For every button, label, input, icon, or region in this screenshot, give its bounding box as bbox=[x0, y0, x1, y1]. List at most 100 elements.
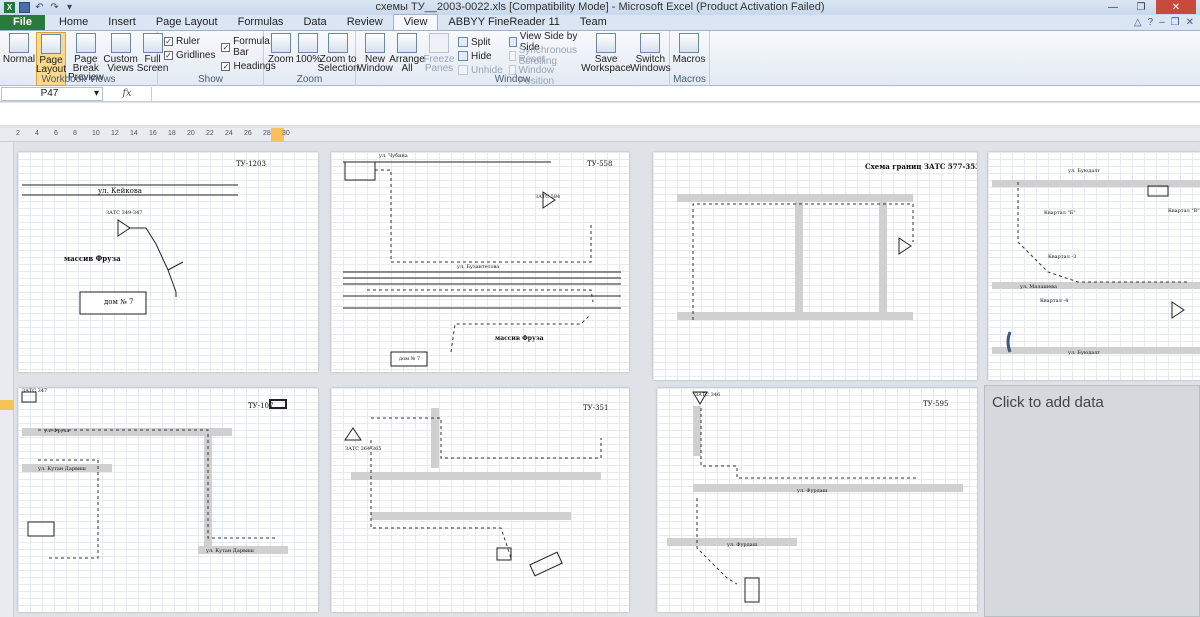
page-3[interactable]: Схема границ ЗАТС 577-353 bbox=[653, 152, 977, 380]
page-title: ТУ-1203 bbox=[236, 160, 266, 168]
street-label: ул. Буюдалг bbox=[1068, 168, 1101, 174]
minimize-ribbon-icon[interactable]: △ bbox=[1134, 17, 1142, 28]
restore-button[interactable]: ❐ bbox=[1128, 0, 1154, 14]
street-label: ул. Фурдаш bbox=[727, 542, 758, 548]
schematic-drawing bbox=[21, 391, 288, 559]
ruler-tick: 10 bbox=[92, 130, 100, 137]
tab-home[interactable]: Home bbox=[49, 15, 98, 30]
title-bar: X ↶ ↷ ▾ схемы ТУ__2003-0022.xls [Compati… bbox=[0, 0, 1200, 15]
tab-team[interactable]: Team bbox=[570, 15, 617, 30]
insert-function-button[interactable]: fx bbox=[107, 88, 147, 99]
tab-view[interactable]: View bbox=[392, 14, 439, 30]
excel-icon[interactable]: X bbox=[4, 2, 15, 13]
sync-scroll-icon bbox=[508, 51, 516, 61]
workbook-restore-icon[interactable]: ❐ bbox=[1171, 17, 1180, 28]
zoom-100-icon bbox=[298, 33, 319, 53]
station-label: ЗАТС 349-347 bbox=[106, 210, 143, 216]
chevron-down-icon[interactable]: ▾ bbox=[94, 88, 99, 99]
ruler-tick: 16 bbox=[149, 130, 157, 137]
station-label: ЗАТС 347 bbox=[22, 388, 48, 394]
group-macros: Macros Macros bbox=[670, 31, 710, 86]
close-button[interactable]: ✕ bbox=[1156, 0, 1196, 14]
formula-input-area[interactable] bbox=[0, 103, 1200, 125]
macros-icon bbox=[679, 33, 699, 53]
vertical-ruler bbox=[0, 142, 14, 617]
add-data-page[interactable]: Click to add data bbox=[984, 385, 1200, 617]
name-box[interactable]: P47 ▾ bbox=[1, 86, 103, 101]
page-4[interactable]: ул. Буюдалг Квартал "Б" Квартал "В" Квар… bbox=[988, 152, 1200, 380]
hide-button[interactable]: Hide bbox=[458, 50, 503, 62]
hide-icon bbox=[458, 51, 468, 61]
normal-view-icon bbox=[9, 33, 29, 53]
checkmark-icon: ✓ bbox=[164, 51, 173, 60]
ribbon: Normal Page Layout Page Break Preview Cu… bbox=[0, 31, 1200, 87]
group-label-zoom: Zoom bbox=[296, 74, 323, 85]
block-label: Квартал "Б" bbox=[1044, 210, 1076, 216]
ruler-tick: 2 bbox=[16, 130, 20, 137]
block-label: Квартал -3 bbox=[1048, 254, 1077, 260]
ruler-tick: 26 bbox=[244, 130, 252, 137]
save-workspace-icon bbox=[596, 33, 617, 53]
redo-icon[interactable]: ↷ bbox=[49, 2, 60, 13]
checkmark-icon: ✓ bbox=[221, 62, 231, 71]
building-label: дом № 7 bbox=[104, 298, 134, 306]
ruler-tick: 24 bbox=[225, 130, 233, 137]
split-icon bbox=[458, 37, 468, 47]
station-label: ЗАТС 584 bbox=[535, 194, 561, 200]
page-1[interactable]: ТУ-1203 ул. Кейкова ЗАТС 349-347 массив … bbox=[18, 152, 318, 372]
window-title: схемы ТУ__2003-0022.xls [Compatibility M… bbox=[375, 1, 825, 13]
schematic-drawing bbox=[344, 408, 602, 577]
tab-review[interactable]: Review bbox=[337, 15, 393, 30]
page-title: ТУ-558 bbox=[587, 160, 613, 168]
group-workbook-views: Normal Page Layout Page Break Preview Cu… bbox=[0, 31, 168, 86]
page-title: ТУ-107 bbox=[248, 402, 274, 410]
customize-qat-icon[interactable]: ▾ bbox=[64, 2, 75, 13]
ruler-tick: 20 bbox=[187, 130, 195, 137]
group-label-macros: Macros bbox=[673, 74, 706, 85]
tab-data[interactable]: Data bbox=[293, 15, 336, 30]
page-layout-icon bbox=[41, 34, 61, 54]
tab-abbyy[interactable]: ABBYY FineReader 11 bbox=[438, 15, 570, 30]
page-title: ТУ-595 bbox=[923, 400, 949, 408]
page-6[interactable]: ТУ-351 ЗАТС 364-365 bbox=[331, 388, 629, 612]
ruler-tick: 4 bbox=[35, 130, 39, 137]
street-label: ул. Фурдаш bbox=[797, 488, 828, 494]
page-title: ТУ-351 bbox=[583, 404, 609, 412]
tab-formulas[interactable]: Formulas bbox=[228, 15, 294, 30]
ruler-tick: 30 bbox=[282, 130, 290, 137]
building-label: дом № 7 bbox=[399, 356, 421, 362]
tab-file[interactable]: File bbox=[0, 15, 45, 30]
split-button[interactable]: Split bbox=[458, 36, 503, 48]
save-icon[interactable] bbox=[19, 2, 30, 13]
schematic-drawing bbox=[992, 180, 1200, 354]
horizontal-ruler: 2 4 6 8 10 12 14 16 18 20 22 24 26 28 30 bbox=[0, 128, 1200, 142]
ribbon-right-controls: △ ? – ❐ ✕ bbox=[1134, 15, 1200, 30]
page-2[interactable]: ТУ-558 ул. Чубина ЗАТС 584 ул. Бузантето… bbox=[331, 152, 629, 372]
help-icon[interactable]: ? bbox=[1148, 17, 1154, 28]
page-5[interactable]: ЗАТС 347 ТУ-107 ул. Фруза ул. Кутан Дарв… bbox=[18, 388, 318, 612]
station-label: ЗАТС 346 bbox=[695, 392, 721, 398]
schematic-drawing bbox=[667, 391, 963, 603]
tab-insert[interactable]: Insert bbox=[98, 15, 146, 30]
minimize-button[interactable]: — bbox=[1100, 0, 1126, 14]
ruler-tick: 28 bbox=[263, 130, 271, 137]
group-window: New Window Arrange All Freeze Panes Spli… bbox=[356, 31, 671, 87]
group-zoom: Zoom 100% Zoom to Selection Zoom bbox=[264, 31, 359, 86]
page-7[interactable]: ЗАТС 346 ТУ-595 ул. Фурдаш ул. Фурдаш bbox=[657, 388, 977, 612]
tab-page-layout[interactable]: Page Layout bbox=[146, 15, 228, 30]
ruler-tick: 14 bbox=[130, 130, 138, 137]
magnifier-icon bbox=[270, 33, 291, 53]
block-label: Квартал "В" bbox=[1168, 208, 1200, 214]
quick-access-toolbar: X ↶ ↷ ▾ bbox=[0, 2, 75, 13]
workbook-minimize-icon[interactable]: – bbox=[1159, 17, 1165, 28]
street-label: ул. Фруза bbox=[44, 428, 70, 434]
undo-icon[interactable]: ↶ bbox=[34, 2, 45, 13]
page-break-icon bbox=[75, 33, 96, 53]
ruler-checkbox[interactable]: ✓ Ruler bbox=[164, 36, 215, 47]
ribbon-tabs: File Home Insert Page Layout Formulas Da… bbox=[0, 14, 1200, 31]
schematic-drawing bbox=[677, 194, 914, 320]
freeze-panes-icon bbox=[429, 33, 449, 53]
workbook-close-icon[interactable]: ✕ bbox=[1186, 17, 1194, 28]
gridlines-checkbox[interactable]: ✓ Gridlines bbox=[164, 50, 215, 61]
street-label: ул. Чубина bbox=[379, 153, 408, 159]
